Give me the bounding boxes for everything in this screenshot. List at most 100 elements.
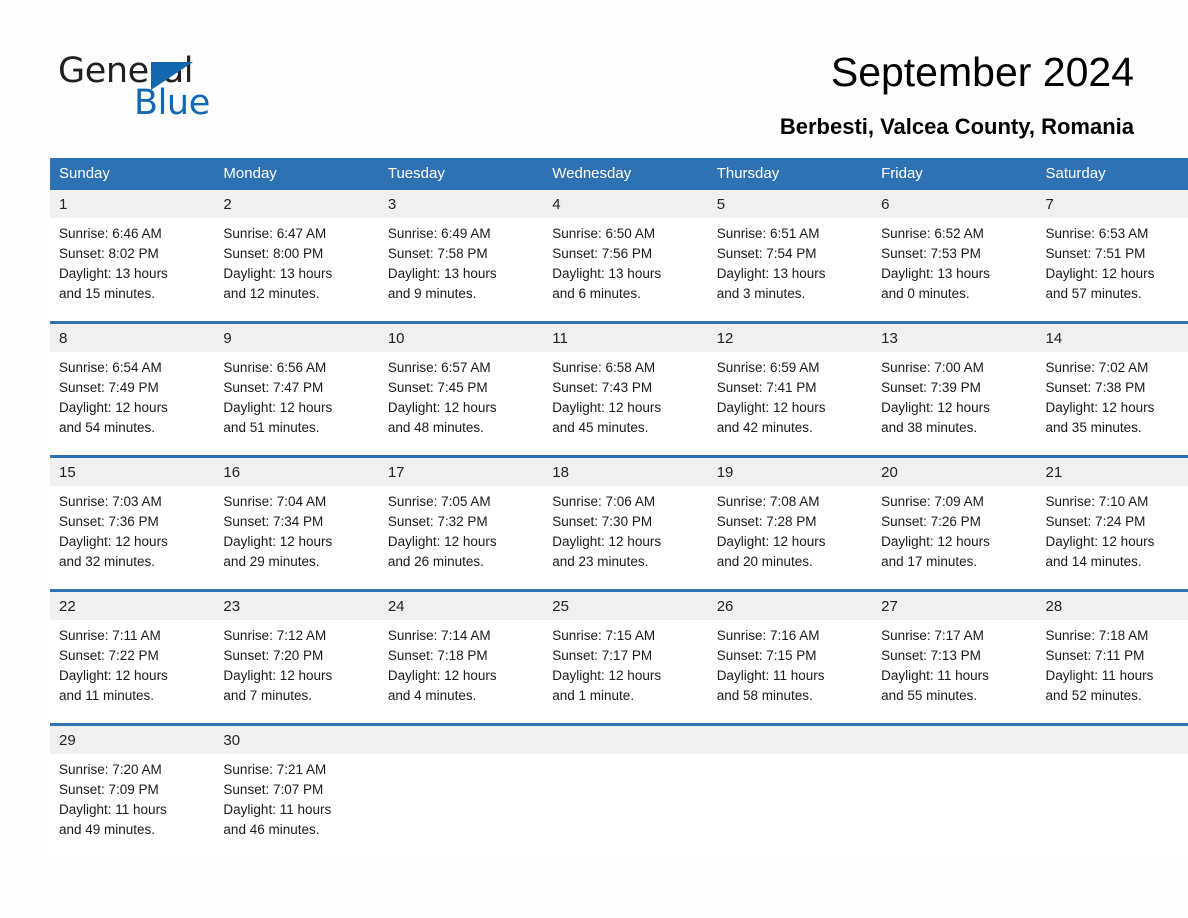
day-cell-inner: 16 Sunrise: 7:04 AM Sunset: 7:34 PM Dayligh… [214, 458, 379, 589]
daylight-text-line1: Daylight: 12 hours [1045, 400, 1155, 415]
daylight-text-line1: Daylight: 13 hours [881, 266, 990, 281]
calendar-day-cell[interactable]: 15 Sunrise: 7:03 AM Sunset: 7:36 PM Dayligh… [50, 455, 215, 591]
sunrise-text: Sunrise: 7:20 AM [59, 762, 162, 777]
weekday-header-monday: Monday [214, 158, 379, 190]
calendar-day-cell[interactable]: 20 Sunrise: 7:09 AM Sunset: 7:26 PM Dayligh… [872, 455, 1037, 591]
calendar-day-cell[interactable]: 10 Sunrise: 6:57 AM Sunset: 7:45 PM Dayligh… [378, 321, 544, 457]
sunrise-text: Sunrise: 6:52 AM [881, 226, 984, 241]
day-number: 25 [543, 592, 708, 620]
day-cell-details: Sunrise: 7:14 AM Sunset: 7:18 PM Daylight:… [379, 620, 543, 714]
day-number [378, 726, 544, 754]
calendar-day-cell[interactable]: 19 Sunrise: 7:08 AM Sunset: 7:28 PM Dayligh… [707, 455, 873, 591]
day-cell-inner: 30 Sunrise: 7:21 AM Sunset: 7:07 PM Dayligh… [214, 726, 379, 857]
general-blue-logo[interactable]: General Blue [58, 52, 318, 132]
daylight-text-line1: Daylight: 11 hours [59, 802, 167, 817]
calendar-day-cell[interactable]: 22 Sunrise: 7:11 AM Sunset: 7:22 PM Dayligh… [50, 589, 215, 725]
day-cell-inner: 6 Sunrise: 6:52 AM Sunset: 7:53 PM Daylight… [872, 190, 1037, 321]
day-cell-inner: 11 Sunrise: 6:58 AM Sunset: 7:43 PM Dayligh… [543, 324, 708, 455]
calendar-day-cell[interactable]: 5 Sunrise: 6:51 AM Sunset: 7:54 PM Daylight… [707, 190, 873, 323]
calendar-day-cell[interactable]: 12 Sunrise: 6:59 AM Sunset: 7:41 PM Dayligh… [707, 321, 873, 457]
sunset-text: Sunset: 7:49 PM [59, 380, 159, 395]
calendar-day-cell[interactable]: 1 Sunrise: 6:46 AM Sunset: 8:02 PM Daylight… [50, 190, 215, 323]
daylight-text-line2: and 0 minutes. [881, 286, 970, 301]
calendar-day-cell[interactable]: 28 Sunrise: 7:18 AM Sunset: 7:11 PM Dayligh… [1036, 589, 1188, 725]
calendar-day-cell[interactable]: 7 Sunrise: 6:53 AM Sunset: 7:51 PM Daylight… [1036, 190, 1188, 323]
calendar-day-cell[interactable]: 11 Sunrise: 6:58 AM Sunset: 7:43 PM Dayligh… [543, 321, 708, 457]
sunset-text: Sunset: 7:53 PM [881, 246, 981, 261]
sunrise-text: Sunrise: 7:02 AM [1045, 360, 1149, 375]
calendar-day-cell[interactable]: 18 Sunrise: 7:06 AM Sunset: 7:30 PM Dayligh… [543, 455, 708, 591]
daylight-text-line2: and 11 minutes. [59, 688, 155, 703]
calendar-day-cell[interactable]: 2 Sunrise: 6:47 AM Sunset: 8:00 PM Daylight… [214, 190, 379, 323]
day-cell-inner: 18 Sunrise: 7:06 AM Sunset: 7:30 PM Dayligh… [543, 458, 708, 589]
weekday-header-saturday: Saturday [1036, 158, 1188, 190]
sunset-text: Sunset: 7:30 PM [552, 514, 653, 529]
calendar-day-cell[interactable]: 4 Sunrise: 6:50 AM Sunset: 7:56 PM Daylight… [543, 190, 708, 323]
daylight-text-line1: Daylight: 12 hours [223, 400, 333, 415]
calendar-day-cell[interactable]: 24 Sunrise: 7:14 AM Sunset: 7:18 PM Dayligh… [378, 589, 544, 725]
day-cell-inner: 23 Sunrise: 7:12 AM Sunset: 7:20 PM Dayligh… [214, 592, 379, 723]
weekday-header-tuesday: Tuesday [378, 158, 544, 190]
daylight-text-line2: and 45 minutes. [552, 420, 649, 435]
sunrise-text: Sunrise: 7:16 AM [716, 628, 820, 643]
day-number: 1 [50, 190, 215, 218]
calendar-day-cell[interactable]: 29 Sunrise: 7:20 AM Sunset: 7:09 PM Dayligh… [50, 723, 215, 857]
calendar-day-cell[interactable]: 13 Sunrise: 7:00 AM Sunset: 7:39 PM Dayligh… [872, 321, 1037, 457]
day-number: 12 [707, 324, 873, 352]
day-cell-inner [543, 726, 708, 857]
daylight-text-line2: and 32 minutes. [59, 554, 156, 569]
daylight-text-line1: Daylight: 13 hours [552, 266, 662, 281]
calendar-day-cell[interactable]: 27 Sunrise: 7:17 AM Sunset: 7:13 PM Dayligh… [872, 589, 1037, 725]
calendar-body: 1 Sunrise: 6:46 AM Sunset: 8:02 PM Daylight… [50, 190, 1188, 857]
calendar-day-cell[interactable]: 25 Sunrise: 7:15 AM Sunset: 7:17 PM Dayligh… [543, 589, 708, 725]
day-cell-details: Sunrise: 7:06 AM Sunset: 7:30 PM Daylight:… [543, 486, 707, 580]
day-cell-details: Sunrise: 7:10 AM Sunset: 7:24 PM Daylight:… [1037, 486, 1188, 580]
calendar-day-cell[interactable]: 3 Sunrise: 6:49 AM Sunset: 7:58 PM Daylight… [378, 190, 544, 323]
day-number: 30 [214, 726, 379, 754]
day-cell-details [543, 754, 707, 768]
day-number: 7 [1036, 190, 1188, 218]
day-cell-details: Sunrise: 7:17 AM Sunset: 7:13 PM Daylight:… [872, 620, 1036, 714]
calendar-head: Sunday Monday Tuesday Wednesday Thursday… [50, 158, 1188, 190]
sunset-text: Sunset: 7:22 PM [59, 648, 159, 663]
calendar-day-cell-empty [872, 723, 1037, 857]
daylight-text-line2: and 3 minutes. [716, 286, 806, 301]
day-cell-inner: 17 Sunrise: 7:05 AM Sunset: 7:32 PM Dayligh… [378, 458, 544, 589]
daylight-text-line2: and 46 minutes. [223, 822, 320, 837]
day-number: 10 [378, 324, 544, 352]
calendar-day-cell[interactable]: 8 Sunrise: 6:54 AM Sunset: 7:49 PM Daylight… [50, 321, 215, 457]
day-cell-details: Sunrise: 6:47 AM Sunset: 8:00 PM Daylight:… [214, 218, 378, 312]
sunset-text: Sunset: 7:58 PM [387, 246, 488, 261]
calendar-day-cell[interactable]: 30 Sunrise: 7:21 AM Sunset: 7:07 PM Dayligh… [214, 723, 379, 857]
daylight-text-line1: Daylight: 12 hours [387, 668, 497, 683]
day-cell-details: Sunrise: 6:46 AM Sunset: 8:02 PM Daylight:… [50, 218, 214, 312]
sunrise-text: Sunrise: 7:14 AM [387, 628, 491, 643]
calendar-day-cell-empty [543, 723, 708, 857]
calendar-day-cell[interactable]: 16 Sunrise: 7:04 AM Sunset: 7:34 PM Dayligh… [214, 455, 379, 591]
sunrise-text: Sunrise: 7:15 AM [552, 628, 656, 643]
calendar-day-cell[interactable]: 26 Sunrise: 7:16 AM Sunset: 7:15 PM Dayligh… [707, 589, 873, 725]
sunset-text: Sunset: 7:45 PM [387, 380, 488, 395]
calendar-day-cell[interactable]: 9 Sunrise: 6:56 AM Sunset: 7:47 PM Daylight… [214, 321, 379, 457]
day-cell-inner: 24 Sunrise: 7:14 AM Sunset: 7:18 PM Dayligh… [378, 592, 544, 723]
day-cell-details: Sunrise: 7:04 AM Sunset: 7:34 PM Daylight:… [214, 486, 378, 580]
day-number: 24 [378, 592, 544, 620]
location-subtitle: Berbesti, Valcea County, Romania [779, 114, 1134, 139]
sunrise-text: Sunrise: 7:03 AM [59, 494, 162, 509]
sunset-text: Sunset: 7:43 PM [552, 380, 653, 395]
sunrise-text: Sunrise: 7:12 AM [223, 628, 327, 643]
calendar-day-cell[interactable]: 6 Sunrise: 6:52 AM Sunset: 7:53 PM Daylight… [872, 190, 1037, 323]
calendar-day-cell[interactable]: 23 Sunrise: 7:12 AM Sunset: 7:20 PM Dayligh… [214, 589, 379, 725]
sunrise-text: Sunrise: 6:58 AM [552, 360, 656, 375]
calendar-day-cell[interactable]: 21 Sunrise: 7:10 AM Sunset: 7:24 PM Dayligh… [1036, 455, 1188, 591]
day-cell-inner: 1 Sunrise: 6:46 AM Sunset: 8:02 PM Daylight… [50, 190, 215, 321]
sunset-text: Sunset: 7:17 PM [552, 648, 653, 663]
calendar-day-cell[interactable]: 17 Sunrise: 7:05 AM Sunset: 7:32 PM Dayligh… [378, 455, 544, 591]
sunset-text: Sunset: 8:00 PM [223, 246, 324, 261]
day-cell-inner: 3 Sunrise: 6:49 AM Sunset: 7:58 PM Daylight… [378, 190, 544, 321]
day-cell-inner: 8 Sunrise: 6:54 AM Sunset: 7:49 PM Daylight… [50, 324, 215, 455]
sunrise-text: Sunrise: 6:54 AM [59, 360, 162, 375]
calendar-day-cell[interactable]: 14 Sunrise: 7:02 AM Sunset: 7:38 PM Dayligh… [1036, 321, 1188, 457]
day-cell-details: Sunrise: 6:50 AM Sunset: 7:56 PM Daylight:… [543, 218, 707, 312]
sunrise-text: Sunrise: 6:50 AM [552, 226, 656, 241]
